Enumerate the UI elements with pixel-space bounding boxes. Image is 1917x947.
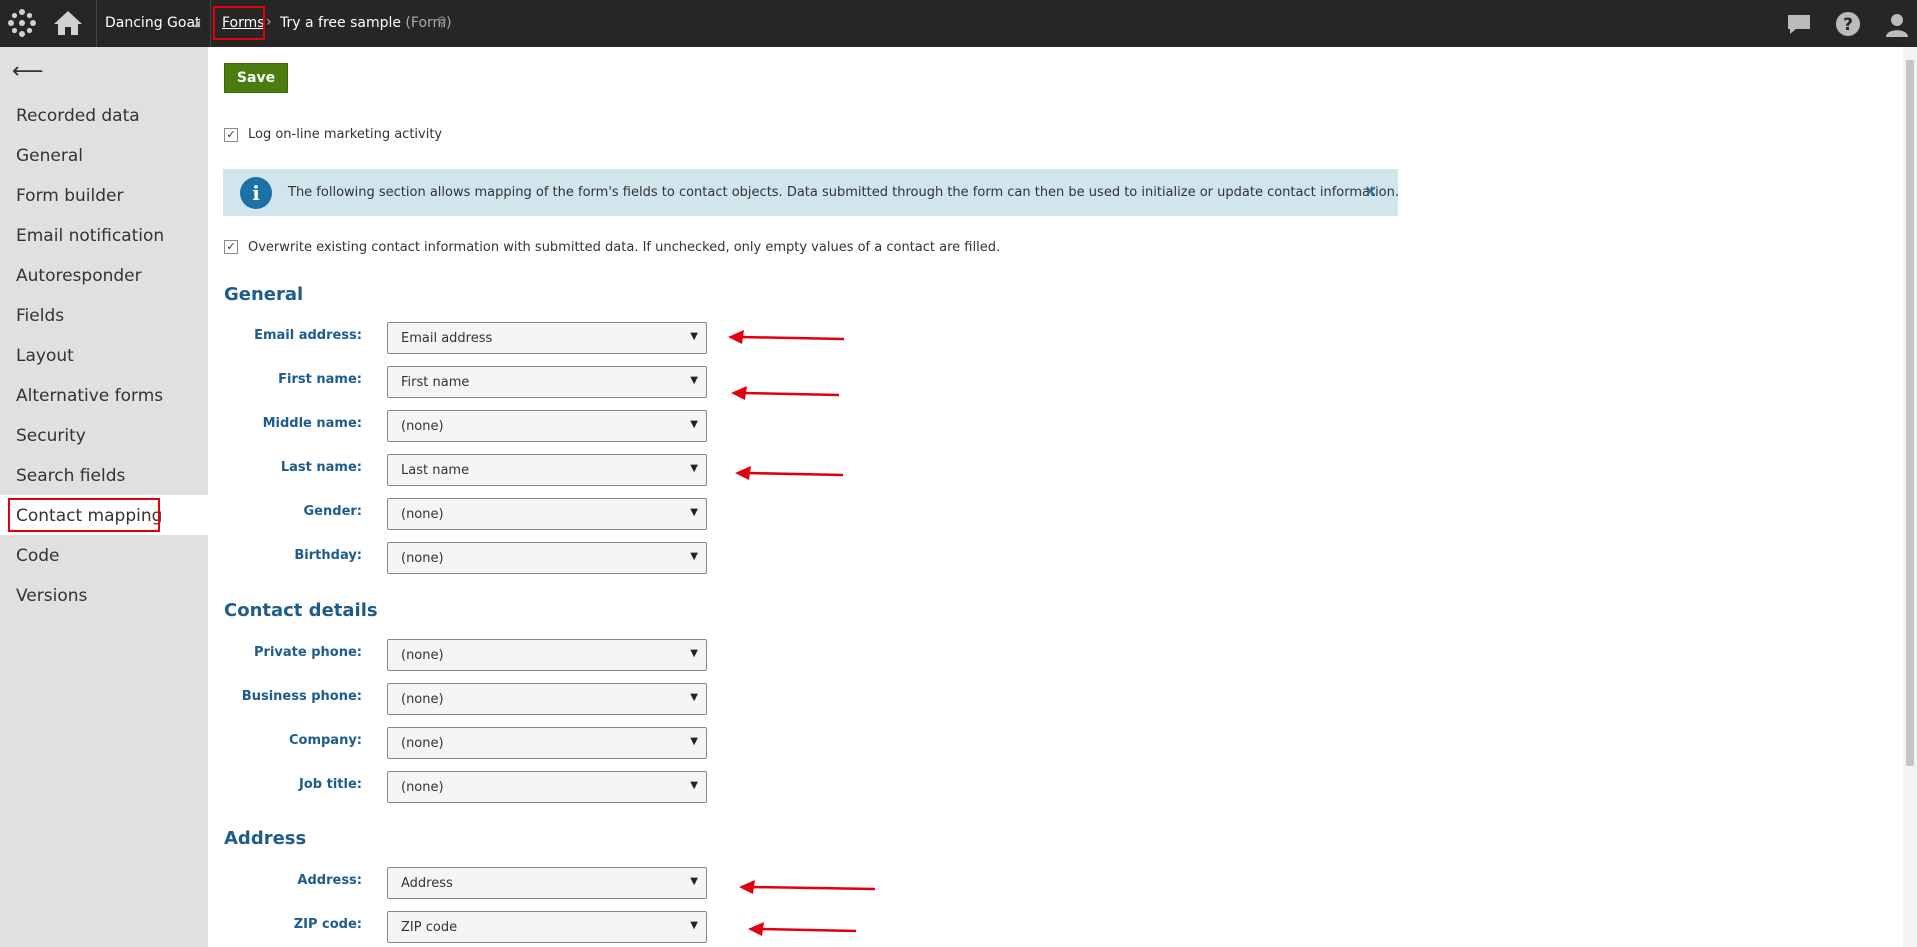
dropdown-caret-icon: ▼ (690, 551, 698, 562)
first-name-label: First name: (278, 372, 362, 387)
breadcrumb-current-name: Try a free sample (280, 15, 401, 31)
dropdown-caret-icon: ▼ (690, 331, 698, 342)
dropdown-caret-icon: ▼ (690, 736, 698, 747)
annotation-arrow (728, 330, 845, 344)
select-value: (none) (401, 692, 444, 707)
company-select[interactable]: (none) ▼ (387, 727, 707, 759)
section-title-address: Address (224, 828, 307, 849)
highlight-box (213, 6, 265, 40)
topbar-divider (210, 0, 211, 47)
breadcrumb-chevron-icon: › (266, 14, 272, 30)
overwrite-checkbox[interactable]: ✓ (224, 240, 238, 254)
select-value: (none) (401, 648, 444, 663)
log-activity-checkbox[interactable]: ✓ (224, 128, 238, 142)
sidebar-item-layout[interactable]: Layout (16, 346, 74, 366)
annotation-arrow (731, 386, 840, 400)
user-icon[interactable] (1883, 10, 1911, 38)
dropdown-caret-icon: ▼ (690, 648, 698, 659)
email-address-label: Email address: (254, 328, 362, 343)
company-label: Company: (288, 733, 362, 748)
kentico-logo-icon[interactable] (5, 6, 39, 40)
breadcrumb-current: Try a free sample (Form) (280, 15, 452, 31)
dropdown-caret-icon: ▼ (690, 780, 698, 791)
site-selector[interactable]: Dancing Goat (105, 15, 201, 31)
job-title-select[interactable]: (none) ▼ (387, 771, 707, 803)
dropdown-caret-icon: ▼ (690, 463, 698, 474)
gender-label: Gender: (303, 504, 362, 519)
close-icon[interactable]: ✕ (1364, 182, 1377, 201)
site-caret-icon[interactable]: ◢ (193, 19, 200, 29)
select-value: First name (401, 375, 470, 390)
sidebar-item-security[interactable]: Security (16, 426, 86, 446)
select-value: ZIP code (401, 920, 458, 935)
annotation-arrow (735, 466, 844, 480)
birthday-select[interactable]: (none) ▼ (387, 542, 707, 574)
sidebar-item-general[interactable]: General (16, 146, 83, 166)
topbar-divider (96, 0, 97, 47)
zip-code-label: ZIP code: (293, 917, 362, 932)
first-name-select[interactable]: First name ▼ (387, 366, 707, 398)
dropdown-caret-icon: ▼ (690, 507, 698, 518)
dropdown-caret-icon: ▼ (690, 375, 698, 386)
zip-code-select[interactable]: ZIP code ▼ (387, 911, 707, 943)
address-label: Address: (297, 873, 362, 888)
scrollbar-thumb[interactable] (1906, 60, 1914, 766)
chat-icon[interactable] (1785, 10, 1813, 38)
middle-name-select[interactable]: (none) ▼ (387, 410, 707, 442)
address-select[interactable]: Address ▼ (387, 867, 707, 899)
middle-name-label: Middle name: (262, 416, 362, 431)
email-address-select[interactable]: Email address ▼ (387, 322, 707, 354)
select-value: (none) (401, 419, 444, 434)
sidebar-item-autoresponder[interactable]: Autoresponder (16, 266, 142, 286)
private-phone-label: Private phone: (254, 645, 362, 660)
gender-select[interactable]: (none) ▼ (387, 498, 707, 530)
private-phone-select[interactable]: (none) ▼ (387, 639, 707, 671)
svg-text:?: ? (1843, 15, 1853, 35)
select-value: (none) (401, 780, 444, 795)
dropdown-caret-icon: ▼ (690, 419, 698, 430)
sidebar-item-form-builder[interactable]: Form builder (16, 186, 123, 206)
select-value: (none) (401, 551, 444, 566)
dropdown-caret-icon: ▼ (690, 920, 698, 931)
highlight-box (8, 498, 160, 532)
sidebar: ⟵ Recorded data General Form builder Ema… (0, 47, 208, 947)
section-title-contact-details: Contact details (224, 600, 378, 621)
top-bar: Dancing Goat ◢ Forms › Try a free sample… (0, 0, 1917, 47)
select-value: (none) (401, 736, 444, 751)
overwrite-label: Overwrite existing contact information w… (248, 240, 1001, 255)
job-title-label: Job title: (299, 777, 362, 792)
sidebar-item-search-fields[interactable]: Search fields (16, 466, 125, 486)
last-name-label: Last name: (280, 460, 362, 475)
sidebar-item-alternative-forms[interactable]: Alternative forms (16, 386, 163, 406)
back-arrow-icon[interactable]: ⟵ (12, 59, 44, 84)
info-message: The following section allows mapping of … (288, 185, 1400, 200)
select-value: Address (401, 876, 453, 891)
annotation-arrow (748, 922, 857, 936)
section-title-general: General (224, 284, 304, 305)
dropdown-caret-icon: ▼ (690, 692, 698, 703)
info-icon: i (240, 177, 272, 209)
home-icon[interactable] (52, 9, 84, 37)
birthday-label: Birthday: (294, 548, 362, 563)
annotation-arrow (739, 880, 876, 894)
save-button[interactable]: Save (224, 63, 288, 93)
select-value: (none) (401, 507, 444, 522)
dropdown-caret-icon: ▼ (690, 876, 698, 887)
last-name-select[interactable]: Last name ▼ (387, 454, 707, 486)
log-activity-label: Log on-line marketing activity (248, 127, 443, 142)
sidebar-item-recorded-data[interactable]: Recorded data (16, 106, 140, 126)
sidebar-item-fields[interactable]: Fields (16, 306, 64, 326)
select-value: Last name (401, 463, 470, 478)
pin-icon[interactable]: ⚲ (437, 15, 447, 30)
sidebar-item-code[interactable]: Code (16, 546, 60, 566)
sidebar-item-email-notification[interactable]: Email notification (16, 226, 164, 246)
sidebar-item-versions[interactable]: Versions (16, 586, 87, 606)
help-icon[interactable]: ? (1834, 10, 1862, 38)
business-phone-select[interactable]: (none) ▼ (387, 683, 707, 715)
select-value: Email address (401, 331, 493, 346)
business-phone-label: Business phone: (241, 689, 362, 704)
